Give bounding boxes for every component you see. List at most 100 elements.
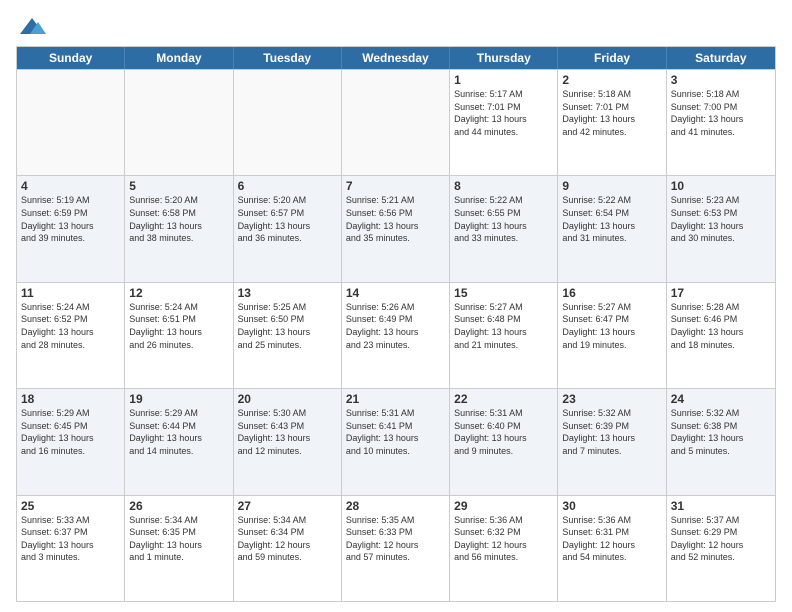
calendar-row-5: 25Sunrise: 5:33 AMSunset: 6:37 PMDayligh… [17,495,775,601]
day-info: Sunrise: 5:36 AMSunset: 6:32 PMDaylight:… [454,514,553,564]
day-number: 3 [671,73,771,87]
day-info: Sunrise: 5:36 AMSunset: 6:31 PMDaylight:… [562,514,661,564]
day-number: 5 [129,179,228,193]
day-number: 18 [21,392,120,406]
day-number: 15 [454,286,553,300]
day-cell-5: 5Sunrise: 5:20 AMSunset: 6:58 PMDaylight… [125,176,233,281]
day-number: 25 [21,499,120,513]
day-cell-1: 1Sunrise: 5:17 AMSunset: 7:01 PMDaylight… [450,70,558,175]
weekday-header-saturday: Saturday [667,47,775,69]
day-cell-25: 25Sunrise: 5:33 AMSunset: 6:37 PMDayligh… [17,496,125,601]
day-number: 12 [129,286,228,300]
day-cell-26: 26Sunrise: 5:34 AMSunset: 6:35 PMDayligh… [125,496,233,601]
day-cell-27: 27Sunrise: 5:34 AMSunset: 6:34 PMDayligh… [234,496,342,601]
empty-cell-0-3 [342,70,450,175]
day-cell-19: 19Sunrise: 5:29 AMSunset: 6:44 PMDayligh… [125,389,233,494]
day-info: Sunrise: 5:18 AMSunset: 7:00 PMDaylight:… [671,88,771,138]
day-number: 1 [454,73,553,87]
calendar: SundayMondayTuesdayWednesdayThursdayFrid… [16,46,776,602]
day-number: 9 [562,179,661,193]
calendar-row-1: 1Sunrise: 5:17 AMSunset: 7:01 PMDaylight… [17,69,775,175]
day-cell-17: 17Sunrise: 5:28 AMSunset: 6:46 PMDayligh… [667,283,775,388]
day-cell-3: 3Sunrise: 5:18 AMSunset: 7:00 PMDaylight… [667,70,775,175]
calendar-body: 1Sunrise: 5:17 AMSunset: 7:01 PMDaylight… [17,69,775,601]
day-info: Sunrise: 5:32 AMSunset: 6:38 PMDaylight:… [671,407,771,457]
day-info: Sunrise: 5:32 AMSunset: 6:39 PMDaylight:… [562,407,661,457]
day-cell-20: 20Sunrise: 5:30 AMSunset: 6:43 PMDayligh… [234,389,342,494]
calendar-row-2: 4Sunrise: 5:19 AMSunset: 6:59 PMDaylight… [17,175,775,281]
day-info: Sunrise: 5:28 AMSunset: 6:46 PMDaylight:… [671,301,771,351]
day-cell-9: 9Sunrise: 5:22 AMSunset: 6:54 PMDaylight… [558,176,666,281]
weekday-header-monday: Monday [125,47,233,69]
day-number: 6 [238,179,337,193]
weekday-header-thursday: Thursday [450,47,558,69]
day-info: Sunrise: 5:18 AMSunset: 7:01 PMDaylight:… [562,88,661,138]
calendar-row-4: 18Sunrise: 5:29 AMSunset: 6:45 PMDayligh… [17,388,775,494]
day-info: Sunrise: 5:31 AMSunset: 6:40 PMDaylight:… [454,407,553,457]
day-cell-12: 12Sunrise: 5:24 AMSunset: 6:51 PMDayligh… [125,283,233,388]
day-info: Sunrise: 5:23 AMSunset: 6:53 PMDaylight:… [671,194,771,244]
day-number: 7 [346,179,445,193]
day-cell-10: 10Sunrise: 5:23 AMSunset: 6:53 PMDayligh… [667,176,775,281]
day-info: Sunrise: 5:29 AMSunset: 6:45 PMDaylight:… [21,407,120,457]
day-info: Sunrise: 5:29 AMSunset: 6:44 PMDaylight:… [129,407,228,457]
day-cell-18: 18Sunrise: 5:29 AMSunset: 6:45 PMDayligh… [17,389,125,494]
day-info: Sunrise: 5:22 AMSunset: 6:54 PMDaylight:… [562,194,661,244]
logo [16,16,46,38]
day-cell-14: 14Sunrise: 5:26 AMSunset: 6:49 PMDayligh… [342,283,450,388]
day-number: 29 [454,499,553,513]
day-cell-4: 4Sunrise: 5:19 AMSunset: 6:59 PMDaylight… [17,176,125,281]
day-info: Sunrise: 5:25 AMSunset: 6:50 PMDaylight:… [238,301,337,351]
day-info: Sunrise: 5:20 AMSunset: 6:57 PMDaylight:… [238,194,337,244]
day-info: Sunrise: 5:31 AMSunset: 6:41 PMDaylight:… [346,407,445,457]
weekday-header-tuesday: Tuesday [234,47,342,69]
weekday-header-sunday: Sunday [17,47,125,69]
day-number: 14 [346,286,445,300]
day-number: 20 [238,392,337,406]
day-info: Sunrise: 5:34 AMSunset: 6:35 PMDaylight:… [129,514,228,564]
empty-cell-0-1 [125,70,233,175]
day-cell-29: 29Sunrise: 5:36 AMSunset: 6:32 PMDayligh… [450,496,558,601]
day-info: Sunrise: 5:20 AMSunset: 6:58 PMDaylight:… [129,194,228,244]
day-number: 19 [129,392,228,406]
empty-cell-0-0 [17,70,125,175]
day-cell-16: 16Sunrise: 5:27 AMSunset: 6:47 PMDayligh… [558,283,666,388]
day-cell-2: 2Sunrise: 5:18 AMSunset: 7:01 PMDaylight… [558,70,666,175]
weekday-header-wednesday: Wednesday [342,47,450,69]
day-cell-15: 15Sunrise: 5:27 AMSunset: 6:48 PMDayligh… [450,283,558,388]
day-cell-8: 8Sunrise: 5:22 AMSunset: 6:55 PMDaylight… [450,176,558,281]
day-cell-21: 21Sunrise: 5:31 AMSunset: 6:41 PMDayligh… [342,389,450,494]
day-number: 21 [346,392,445,406]
day-cell-7: 7Sunrise: 5:21 AMSunset: 6:56 PMDaylight… [342,176,450,281]
day-number: 28 [346,499,445,513]
day-info: Sunrise: 5:34 AMSunset: 6:34 PMDaylight:… [238,514,337,564]
day-number: 4 [21,179,120,193]
day-number: 22 [454,392,553,406]
day-cell-30: 30Sunrise: 5:36 AMSunset: 6:31 PMDayligh… [558,496,666,601]
day-info: Sunrise: 5:35 AMSunset: 6:33 PMDaylight:… [346,514,445,564]
day-cell-28: 28Sunrise: 5:35 AMSunset: 6:33 PMDayligh… [342,496,450,601]
day-cell-31: 31Sunrise: 5:37 AMSunset: 6:29 PMDayligh… [667,496,775,601]
day-info: Sunrise: 5:30 AMSunset: 6:43 PMDaylight:… [238,407,337,457]
day-number: 10 [671,179,771,193]
weekday-header-friday: Friday [558,47,666,69]
day-number: 30 [562,499,661,513]
day-info: Sunrise: 5:37 AMSunset: 6:29 PMDaylight:… [671,514,771,564]
day-number: 8 [454,179,553,193]
day-info: Sunrise: 5:21 AMSunset: 6:56 PMDaylight:… [346,194,445,244]
calendar-header: SundayMondayTuesdayWednesdayThursdayFrid… [17,47,775,69]
day-number: 2 [562,73,661,87]
day-number: 17 [671,286,771,300]
day-cell-11: 11Sunrise: 5:24 AMSunset: 6:52 PMDayligh… [17,283,125,388]
day-cell-23: 23Sunrise: 5:32 AMSunset: 6:39 PMDayligh… [558,389,666,494]
day-number: 16 [562,286,661,300]
day-info: Sunrise: 5:27 AMSunset: 6:47 PMDaylight:… [562,301,661,351]
day-number: 27 [238,499,337,513]
header [16,16,776,38]
logo-icon [18,16,46,38]
day-number: 24 [671,392,771,406]
day-number: 23 [562,392,661,406]
empty-cell-0-2 [234,70,342,175]
day-cell-13: 13Sunrise: 5:25 AMSunset: 6:50 PMDayligh… [234,283,342,388]
day-info: Sunrise: 5:22 AMSunset: 6:55 PMDaylight:… [454,194,553,244]
